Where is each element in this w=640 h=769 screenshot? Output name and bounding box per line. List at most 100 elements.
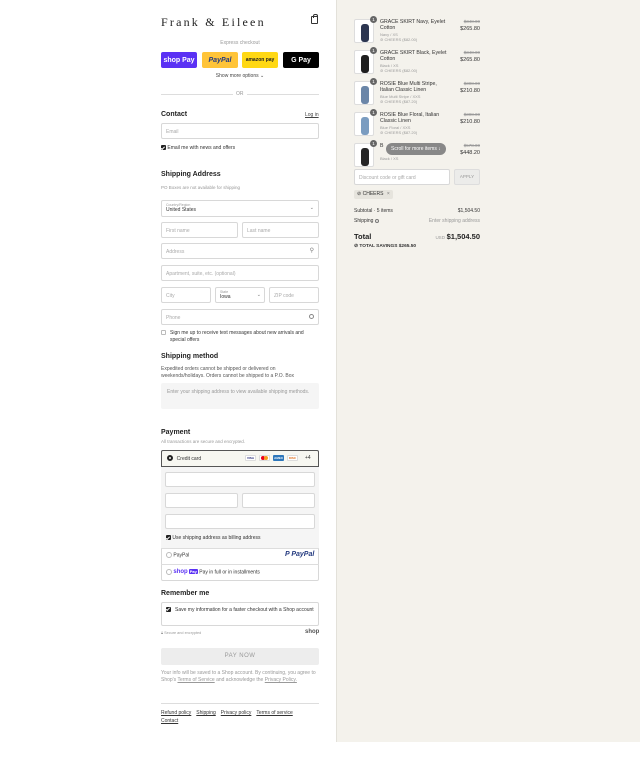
paypal-option[interactable]: PayPal [166,552,189,558]
tag-icon: ⊘ [380,129,384,135]
help-icon[interactable] [309,314,314,319]
address-placeholder: Address [166,249,185,255]
quantity-badge: 1 [370,140,377,147]
brand-logo[interactable]: Frank & Eileen [161,15,266,30]
po-box-note: PO Boxes are not available for shipping [161,185,241,190]
product-name: GRACE SKIRT Navy, Eyelet Cotton [380,19,446,32]
show-more-options-link[interactable]: Show more options ⌄ [161,73,319,79]
card-name-field[interactable] [165,514,315,529]
line-item: 1 ROSIE Blue Multi Stripe, Italian Class… [354,78,480,107]
credit-card-label: Credit card [176,455,202,462]
card-expiry-field[interactable] [165,493,238,508]
amazon-pay-button[interactable]: amazon pay [242,52,278,68]
paypal-logo-icon: P PayPal [285,551,315,558]
remember-me-box [161,602,319,626]
checkbox-checked-icon[interactable] [166,535,171,541]
checkbox-checked-icon[interactable] [166,607,171,612]
terms-of-service-link[interactable]: Terms of Service [177,677,214,683]
apply-discount-button[interactable]: APPLY [454,169,480,185]
apartment-field[interactable]: Apartment, suite, etc. (optional) [161,265,319,281]
close-icon[interactable]: × [387,191,390,197]
discount-tag: ⊘ CHEERS × [354,190,393,199]
express-checkout-label: Express checkout [220,40,260,46]
divider [161,548,319,549]
show-more-text: Show more options [215,73,259,79]
city-field[interactable]: City [161,287,211,303]
product-name: GRACE SKIRT Black, Eyelet Cotton [380,50,447,63]
country-select[interactable]: Country/Region United States ⌄ [161,200,319,217]
total-savings-value: $265.50 [398,244,417,249]
sms-opt-in-checkbox[interactable] [161,330,166,336]
shipping-address-heading: Shipping Address [161,171,221,178]
discount-code-field[interactable]: Discount code or gift card [354,169,450,185]
first-name-field[interactable]: First name [161,222,238,238]
chevron-down-icon: ⌄ [256,292,261,298]
product-variant: Black / XS [380,156,399,162]
radio-unselected-icon[interactable] [166,569,172,575]
product-discount-text: CHEERS ($82.00) [384,67,418,73]
cart-bag-icon[interactable] [311,14,318,24]
email-field[interactable]: Email [161,123,319,139]
total-savings-label: TOTAL SAVINGS [359,244,398,249]
chevron-down-icon: ⌄ [309,205,314,211]
secure-encrypted-text: Secure and encrypted [164,631,202,635]
paypal-text: PayPal [208,56,232,64]
shop-pay-option-label: Pay in full or in installments [199,569,260,576]
help-icon[interactable] [374,218,379,223]
original-price: $348.00 [463,50,480,55]
contact-link[interactable]: Contact [161,718,178,724]
phone-placeholder: Phone [166,315,181,321]
sale-price: $265.80 [460,57,480,63]
privacy-policy-footer-link[interactable]: Privacy policy [221,710,252,716]
news-opt-in-label: Email me with news and offers [167,145,236,151]
login-link[interactable]: Log in [305,112,319,118]
amex-icon: AMEX [273,455,284,461]
product-figure [361,86,369,104]
product-figure [361,24,369,42]
card-security-code-field[interactable] [242,493,315,508]
news-opt-in[interactable]: Email me with news and offers [161,145,235,151]
paypal-button[interactable]: PayPal [202,52,238,68]
sale-price: $210.80 [460,119,480,125]
radio-unselected-icon[interactable] [166,552,172,558]
checkbox-checked-icon[interactable] [161,145,166,151]
refund-policy-link[interactable]: Refund policy [161,710,191,716]
save-info-label: Save my information for a faster checkou… [175,607,314,613]
original-price: $308.00 [463,112,480,117]
state-select[interactable]: State Iowa ⌄ [215,287,265,303]
billing-same-as-shipping[interactable]: Use shipping address as billing address [166,535,261,541]
checkbox-unchecked-icon[interactable] [161,330,166,335]
shop-pay-button[interactable]: shop Pay [161,52,197,68]
tag-icon: ⊘ [380,36,384,42]
terms-of-service-footer-link[interactable]: Terms of service [256,710,292,716]
privacy-policy-link[interactable]: Privacy Policy. [265,677,297,683]
discount-tag-label: CHEERS [362,191,384,197]
footer-links: Refund policy Shipping Privacy policy Terms… [161,709,319,725]
shipping-value: Enter shipping address [428,218,480,224]
shipping-method-heading: Shipping method [161,353,219,360]
search-icon: ⚲ [309,248,314,254]
product-figure [361,55,369,73]
google-pay-button[interactable]: G Pay [283,52,319,68]
product-discount-text: CHEERS ($82.00) [384,36,418,42]
shipping-label-text: Shipping [354,218,374,224]
remember-me-heading: Remember me [161,590,210,597]
more-cards-count: +4 [305,455,311,461]
zip-field[interactable]: ZIP code [269,287,319,303]
scroll-for-more-button[interactable]: Scroll for more items ↓ [386,143,446,155]
shipping-link[interactable]: Shipping [196,710,215,716]
last-name-field[interactable]: Last name [242,222,319,238]
shop-pay-option[interactable]: shop Pay Pay in full or in installments [166,569,260,575]
state-value: Iowa [220,294,231,300]
product-discount: ⊘ CHEERS ($87.20) [380,99,452,104]
quantity-badge: 1 [370,47,377,54]
product-discount: ⊘ CHEERS ($87.20) [380,130,452,135]
radio-selected-icon[interactable] [167,455,173,461]
save-info-checkbox[interactable] [166,607,171,613]
shop-pay-logo-icon: shop Pay [173,569,198,576]
address-field[interactable]: Address ⚲ [161,243,319,259]
phone-field[interactable]: Phone [161,309,319,325]
product-discount-text: CHEERS ($87.20) [384,129,418,135]
pay-now-button[interactable]: PAY NOW [161,648,319,665]
card-number-field[interactable] [165,472,315,487]
